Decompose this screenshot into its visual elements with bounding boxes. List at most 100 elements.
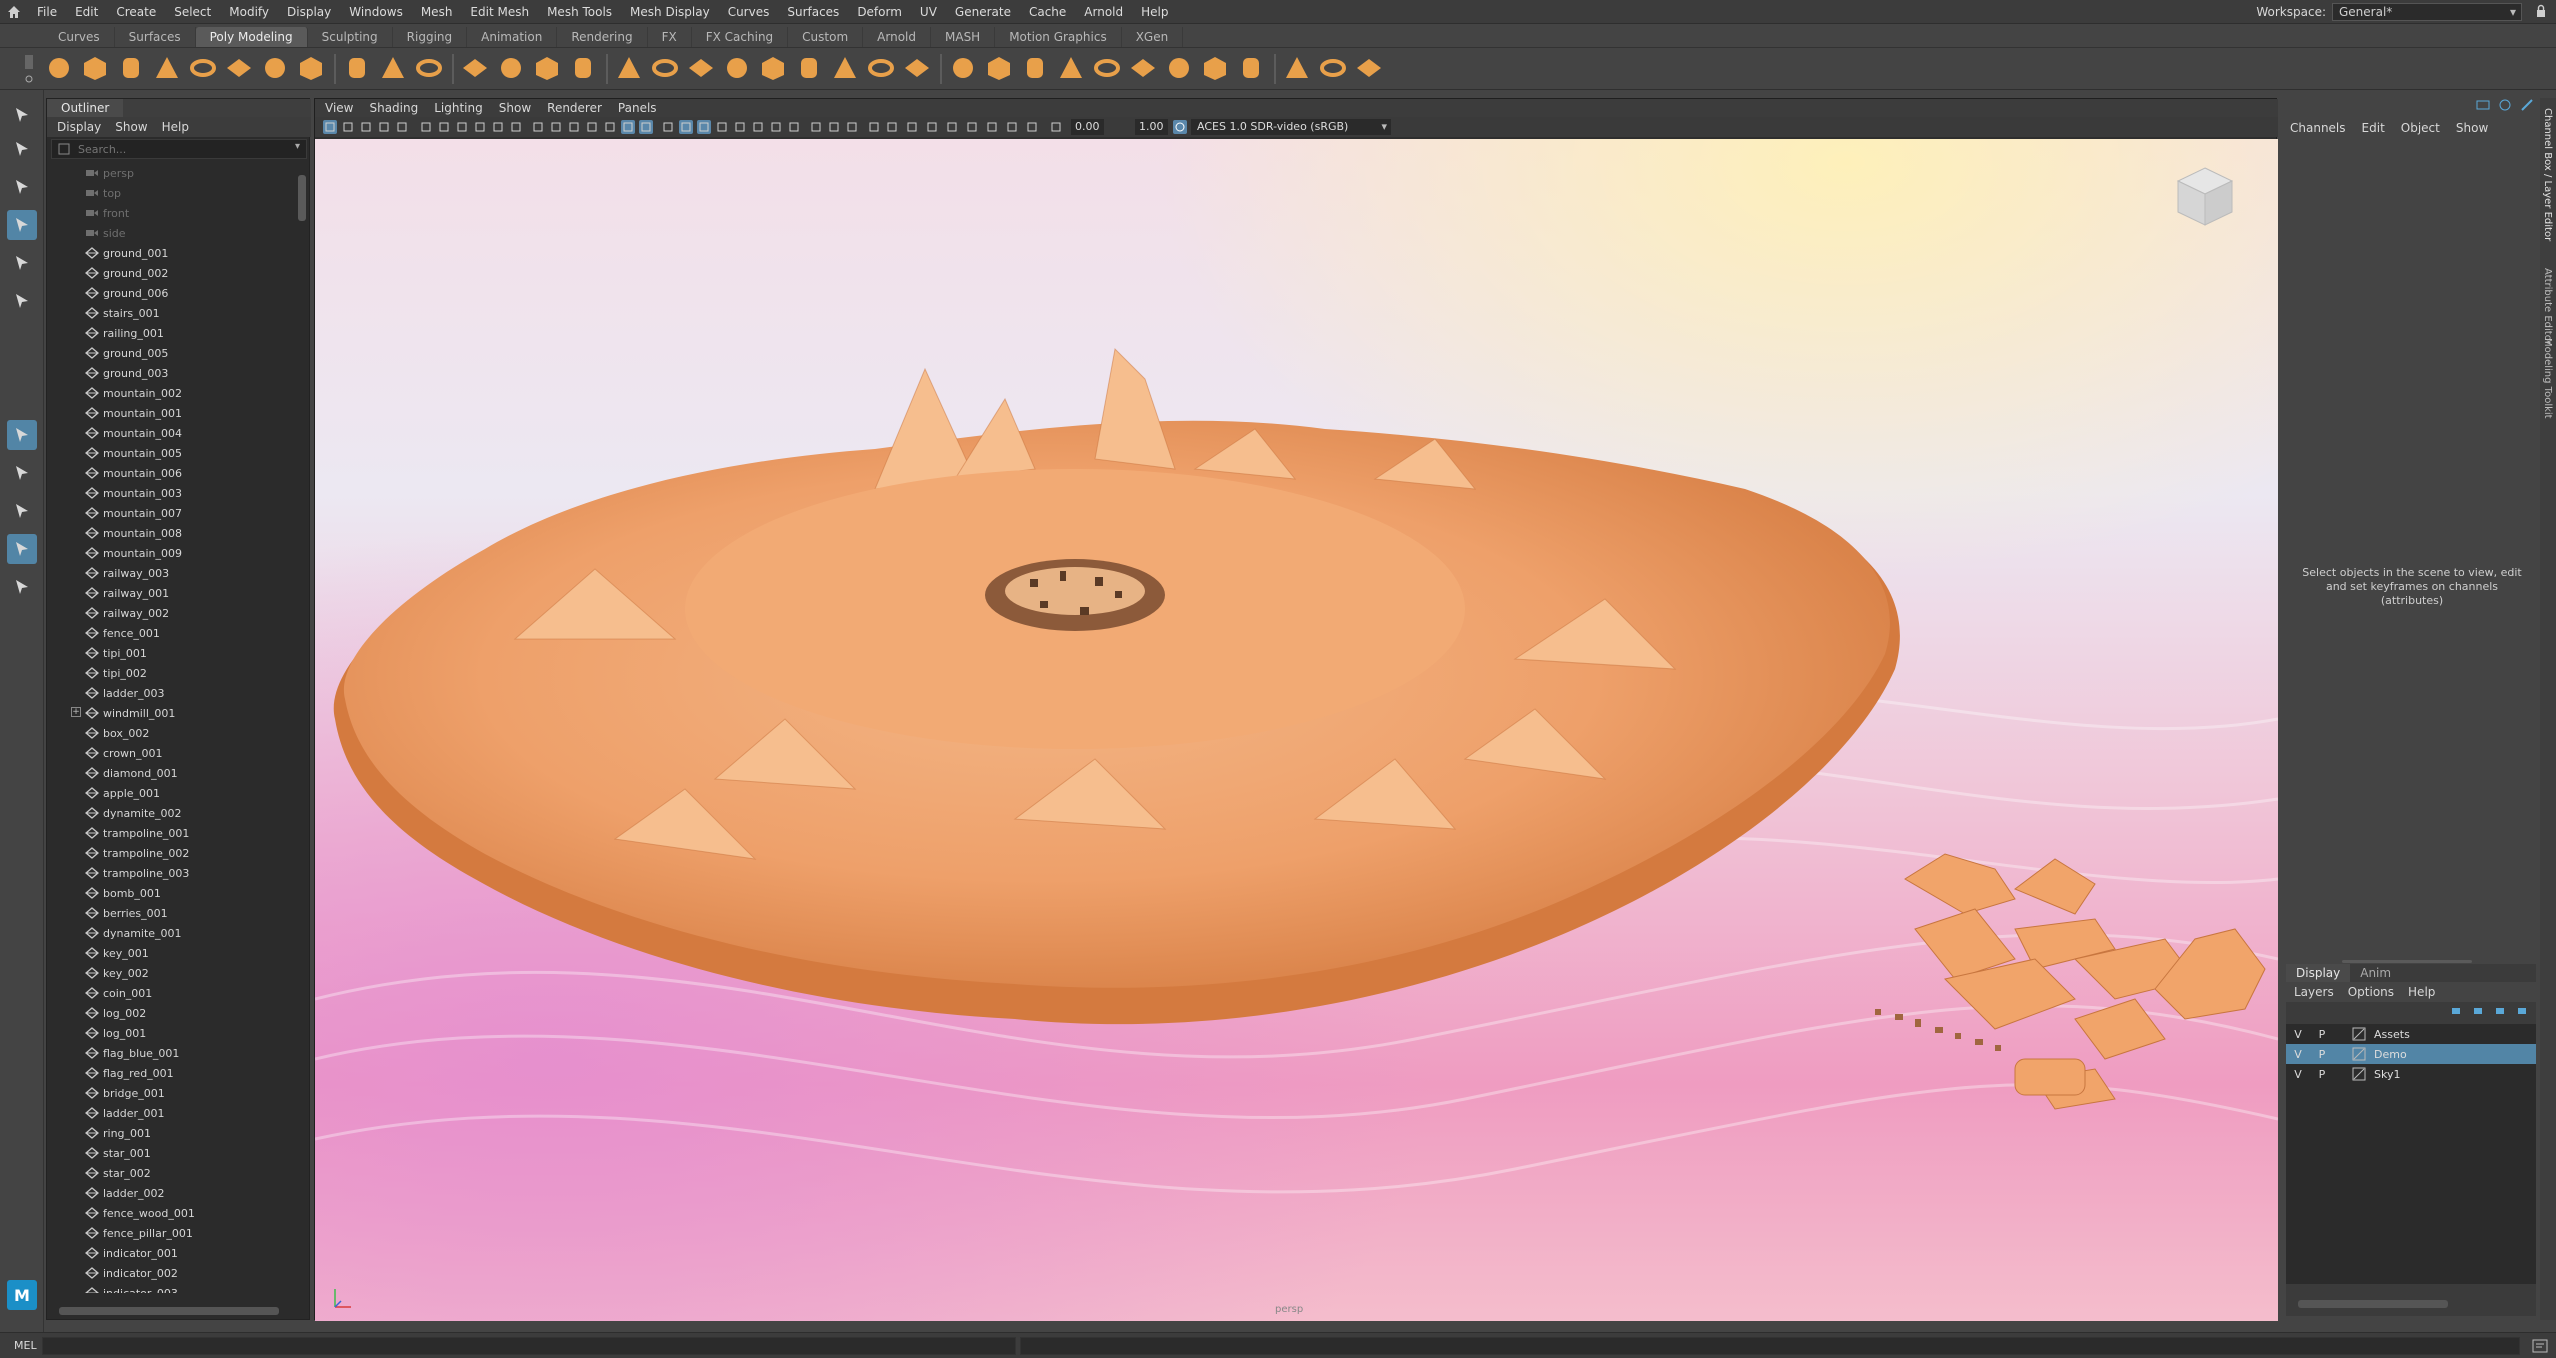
outliner-item[interactable]: ground_002 bbox=[47, 263, 295, 283]
layer-visibility-toggle[interactable]: V bbox=[2286, 1068, 2310, 1081]
viewport-toolbar-icon[interactable] bbox=[1049, 120, 1063, 134]
outliner-horizontal-scrollbar[interactable] bbox=[47, 1305, 309, 1317]
shelf-tab-motion-graphics[interactable]: Motion Graphics bbox=[995, 27, 1122, 47]
viewport-toolbar-icon[interactable] bbox=[661, 120, 675, 134]
viewport-menu-view[interactable]: View bbox=[325, 101, 353, 115]
viewport-toolbar-icon[interactable] bbox=[679, 120, 693, 134]
menu-cache[interactable]: Cache bbox=[1020, 0, 1075, 24]
single-view-icon[interactable] bbox=[7, 420, 37, 450]
viewport-toolbar-icon[interactable] bbox=[1025, 120, 1039, 134]
layer-color-swatch[interactable] bbox=[2352, 1047, 2366, 1061]
outliner-menu-help[interactable]: Help bbox=[162, 120, 189, 134]
menu-display[interactable]: Display bbox=[278, 0, 340, 24]
unfold-icon[interactable] bbox=[1056, 53, 1086, 83]
outliner-item[interactable]: + windmill_001 bbox=[47, 703, 295, 723]
outliner-item[interactable]: railway_002 bbox=[47, 603, 295, 623]
outliner-item[interactable]: diamond_001 bbox=[47, 763, 295, 783]
layer-tab-anim[interactable]: Anim bbox=[2350, 964, 2401, 982]
outliner-item[interactable]: ground_005 bbox=[47, 343, 295, 363]
outliner-item[interactable]: berries_001 bbox=[47, 903, 295, 923]
shrink-select-icon[interactable] bbox=[1236, 53, 1266, 83]
cylinder-icon[interactable] bbox=[116, 53, 146, 83]
plane-icon[interactable] bbox=[224, 53, 254, 83]
viewport-toolbar-icon[interactable] bbox=[585, 120, 599, 134]
layer-playback-toggle[interactable]: P bbox=[2310, 1068, 2334, 1081]
viewport-menu-lighting[interactable]: Lighting bbox=[434, 101, 483, 115]
menu-deform[interactable]: Deform bbox=[848, 0, 911, 24]
gamma-field[interactable]: 1.00 bbox=[1135, 119, 1168, 135]
lock-icon[interactable] bbox=[2534, 4, 2548, 18]
menu-windows[interactable]: Windows bbox=[340, 0, 412, 24]
lasso-tool[interactable] bbox=[7, 134, 37, 164]
search-options-icon[interactable]: ▾ bbox=[295, 141, 300, 152]
menu-generate[interactable]: Generate bbox=[946, 0, 1020, 24]
move-tool[interactable] bbox=[7, 210, 37, 240]
menu-file[interactable]: File bbox=[28, 0, 66, 24]
layer-visibility-toggle[interactable]: V bbox=[2286, 1048, 2310, 1061]
connect-icon[interactable] bbox=[830, 53, 860, 83]
freeze-icon[interactable] bbox=[1354, 53, 1384, 83]
shelf-tab-mash[interactable]: MASH bbox=[931, 27, 996, 47]
viewport-toolbar-icon[interactable] bbox=[491, 120, 505, 134]
menu-mesh[interactable]: Mesh bbox=[412, 0, 462, 24]
command-language-label[interactable]: MEL bbox=[14, 1339, 37, 1352]
svg-icon[interactable] bbox=[414, 53, 444, 83]
outliner-item[interactable]: ladder_002 bbox=[47, 1183, 295, 1203]
outliner-item[interactable]: box_002 bbox=[47, 723, 295, 743]
search-icon[interactable] bbox=[7, 572, 37, 602]
layout-icon[interactable] bbox=[1092, 53, 1122, 83]
menu-mesh-tools[interactable]: Mesh Tools bbox=[538, 0, 621, 24]
quad-draw-icon[interactable] bbox=[866, 53, 896, 83]
menu-create[interactable]: Create bbox=[107, 0, 165, 24]
outliner-item[interactable]: flag_red_001 bbox=[47, 1063, 295, 1083]
viewport-canvas[interactable]: persp bbox=[315, 139, 2278, 1321]
outliner-item[interactable]: stairs_001 bbox=[47, 303, 295, 323]
layer-color-swatch[interactable] bbox=[2352, 1067, 2366, 1081]
menu-edit-mesh[interactable]: Edit Mesh bbox=[461, 0, 538, 24]
outliner-item[interactable]: crown_001 bbox=[47, 743, 295, 763]
viewport-toolbar-icon[interactable] bbox=[359, 120, 373, 134]
type-icon[interactable] bbox=[378, 53, 408, 83]
scrollbar-thumb[interactable] bbox=[59, 1307, 279, 1315]
menu-surfaces[interactable]: Surfaces bbox=[778, 0, 848, 24]
shelf-tab-surfaces[interactable]: Surfaces bbox=[115, 27, 196, 47]
multi-cut-icon[interactable] bbox=[758, 53, 788, 83]
command-input[interactable] bbox=[42, 1337, 1016, 1355]
select-tool[interactable] bbox=[7, 100, 37, 130]
shelf-tab-fx-caching[interactable]: FX Caching bbox=[692, 27, 789, 47]
viewport-menu-show[interactable]: Show bbox=[499, 101, 531, 115]
smooth-tool-icon[interactable] bbox=[1318, 53, 1348, 83]
outliner-item[interactable]: apple_001 bbox=[47, 783, 295, 803]
outliner-item[interactable]: top bbox=[47, 183, 295, 203]
outliner-item[interactable]: log_002 bbox=[47, 1003, 295, 1023]
layer-row[interactable]: V P Demo bbox=[2286, 1044, 2536, 1064]
outliner-item[interactable]: mountain_001 bbox=[47, 403, 295, 423]
viewport-menu-shading[interactable]: Shading bbox=[369, 101, 418, 115]
viewport-toolbar-icon[interactable] bbox=[509, 120, 523, 134]
viewport-toolbar-icon[interactable] bbox=[809, 120, 823, 134]
outliner-title[interactable]: Outliner bbox=[47, 99, 124, 117]
script-editor-icon[interactable] bbox=[2532, 1338, 2548, 1354]
outliner-item[interactable]: tipi_002 bbox=[47, 663, 295, 683]
outliner-vertical-scrollbar[interactable] bbox=[297, 163, 307, 1293]
channel-box-menu-channels[interactable]: Channels bbox=[2290, 121, 2346, 135]
new-layer-selected-icon[interactable] bbox=[2516, 1004, 2530, 1019]
boolean-icon[interactable] bbox=[686, 53, 716, 83]
outliner-item[interactable]: tipi_001 bbox=[47, 643, 295, 663]
outliner-item[interactable]: ring_001 bbox=[47, 1123, 295, 1143]
viewport-menu-renderer[interactable]: Renderer bbox=[547, 101, 602, 115]
shelf-tab-poly-modeling[interactable]: Poly Modeling bbox=[195, 27, 308, 47]
viewport-toolbar-icon[interactable] bbox=[473, 120, 487, 134]
shelf-tab-rigging[interactable]: Rigging bbox=[393, 27, 468, 47]
outliner-layout-icon[interactable] bbox=[7, 534, 37, 564]
menu-arnold[interactable]: Arnold bbox=[1075, 0, 1132, 24]
outliner-item[interactable]: ladder_001 bbox=[47, 1103, 295, 1123]
outliner-menu-show[interactable]: Show bbox=[115, 120, 147, 134]
outliner-item[interactable]: mountain_002 bbox=[47, 383, 295, 403]
outliner-item[interactable]: bridge_001 bbox=[47, 1083, 295, 1103]
extrude-icon[interactable] bbox=[650, 53, 680, 83]
layer-type-toggle[interactable] bbox=[2334, 1027, 2348, 1041]
outliner-item[interactable]: indicator_003 bbox=[47, 1283, 295, 1293]
outliner-item[interactable]: star_002 bbox=[47, 1163, 295, 1183]
grid-icon[interactable] bbox=[1164, 53, 1194, 83]
